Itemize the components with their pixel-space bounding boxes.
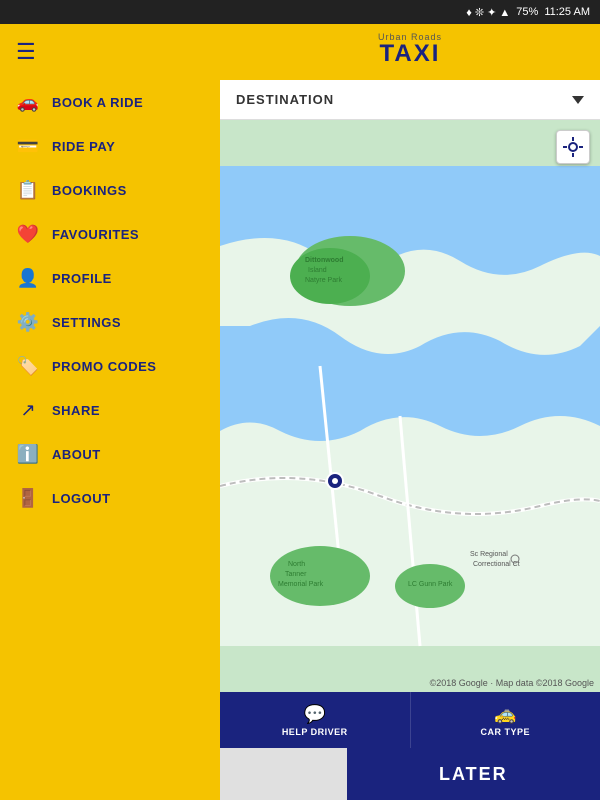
status-bar: ♦ ❊ ✦ ▲ 75% 11:25 AM [0,0,600,24]
app-title: TAXI [380,40,441,68]
settings-label: SETTINGS [52,315,121,330]
help-driver-label: HELP DRIVER [282,727,348,737]
profile-icon: 👤 [16,266,40,290]
logout-label: LOGOUT [52,491,111,506]
map-svg: Dittonwood Island Natyre Park North Tann… [220,120,600,692]
share-label: SHARE [52,403,100,418]
hamburger-menu-icon[interactable]: ☰ [16,39,36,65]
sidebar: ☰ 🚗 BOOK A RIDE 💳 RIDE PAY 📋 BOOKINGS ❤️… [0,24,220,800]
about-icon: ℹ️ [16,442,40,466]
bottom-tabs: 💬 HELP DRIVER 🚕 CAR TYPE [220,692,600,748]
map-area: Dittonwood Island Natyre Park North Tann… [220,120,600,692]
location-button[interactable] [556,130,590,164]
main-panel: Urban Roads TAXI DESTINATION Dittonwood … [220,24,600,800]
svg-text:LC Gunn Park: LC Gunn Park [408,581,453,588]
ride-pay-label: RIDE PAY [52,139,115,154]
main-header: Urban Roads TAXI [220,24,600,80]
share-icon: ↗ [16,398,40,422]
svg-text:North: North [288,561,305,568]
sidebar-item-promo-codes[interactable]: 🏷️ PROMO CODES [0,344,220,388]
app-subtitle: Urban Roads [378,32,442,42]
sidebar-item-logout[interactable]: 🚪 LOGOUT [0,476,220,520]
nav-items: 🚗 BOOK A RIDE 💳 RIDE PAY 📋 BOOKINGS ❤️ F… [0,80,220,520]
sidebar-header: ☰ [0,24,220,80]
favourites-icon: ❤️ [16,222,40,246]
sidebar-item-share[interactable]: ↗ SHARE [0,388,220,432]
sidebar-item-book-ride[interactable]: 🚗 BOOK A RIDE [0,80,220,124]
svg-text:Tanner: Tanner [285,571,307,578]
action-left-panel [220,748,347,800]
favourites-label: FAVOURITES [52,227,139,242]
app-container: ☰ 🚗 BOOK A RIDE 💳 RIDE PAY 📋 BOOKINGS ❤️… [0,24,600,800]
svg-text:Island: Island [308,267,327,274]
book-ride-icon: 🚗 [16,90,40,114]
svg-text:Memorial Park: Memorial Park [278,581,324,588]
svg-text:Sc Regional: Sc Regional [470,551,508,558]
sidebar-item-profile[interactable]: 👤 PROFILE [0,256,220,300]
map-credit: ©2018 Google · Map data ©2018 Google [430,678,594,688]
profile-label: PROFILE [52,271,112,286]
sidebar-item-settings[interactable]: ⚙️ SETTINGS [0,300,220,344]
svg-text:Dittonwood: Dittonwood [305,257,344,264]
sidebar-item-ride-pay[interactable]: 💳 RIDE PAY [0,124,220,168]
battery-level: 75% [516,6,538,18]
bookings-icon: 📋 [16,178,40,202]
logout-icon: 🚪 [16,486,40,510]
tab-car-type[interactable]: 🚕 CAR TYPE [411,692,600,748]
time: 11:25 AM [544,6,590,18]
locate-icon [563,137,583,157]
later-button[interactable]: LATER [347,748,600,800]
book-ride-label: BOOK A RIDE [52,95,143,110]
destination-label: DESTINATION [236,92,334,107]
ride-pay-icon: 💳 [16,134,40,158]
settings-icon: ⚙️ [16,310,40,334]
sidebar-item-bookings[interactable]: 📋 BOOKINGS [0,168,220,212]
svg-text:Natyre Park: Natyre Park [305,277,342,284]
help-driver-icon: 💬 [304,704,326,725]
sidebar-item-favourites[interactable]: ❤️ FAVOURITES [0,212,220,256]
sidebar-item-about[interactable]: ℹ️ ABOUT [0,432,220,476]
tab-help-driver[interactable]: 💬 HELP DRIVER [220,692,411,748]
promo-codes-label: PROMO CODES [52,359,156,374]
bookings-label: BOOKINGS [52,183,127,198]
destination-bar[interactable]: DESTINATION [220,80,600,120]
promo-codes-icon: 🏷️ [16,354,40,378]
chevron-down-icon [572,96,584,104]
car-type-label: CAR TYPE [480,727,530,737]
about-label: ABOUT [52,447,101,462]
bottom-action-bar: LATER [220,748,600,800]
car-type-icon: 🚕 [494,704,516,725]
status-icons: ♦ ❊ ✦ ▲ [466,6,510,19]
